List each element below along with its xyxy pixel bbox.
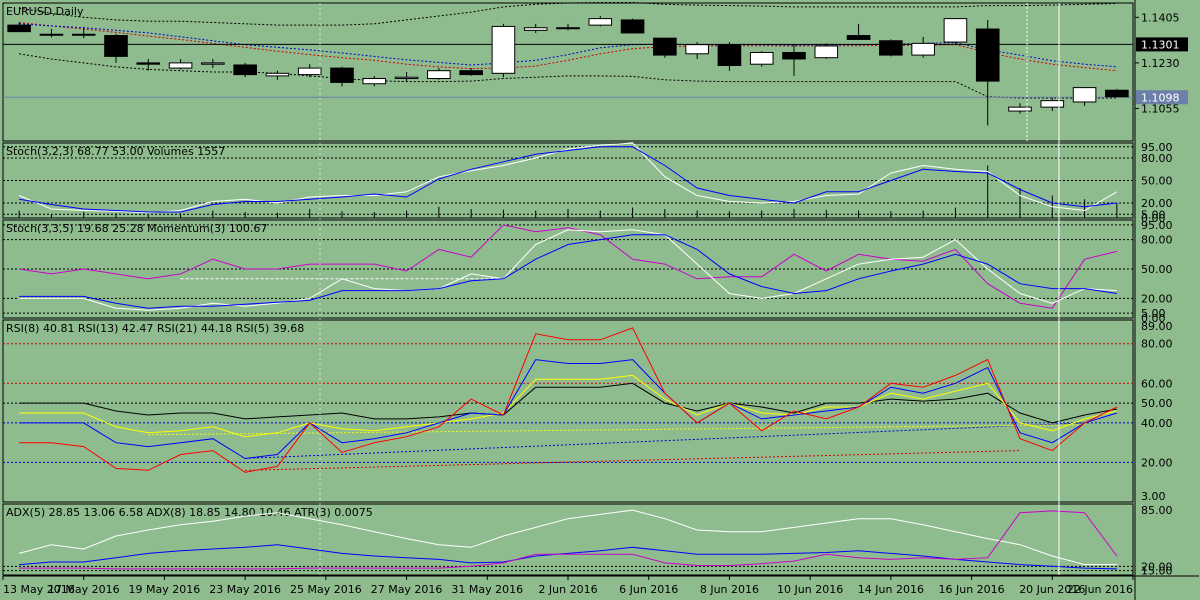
time-axis-label: 17 May 2016	[48, 583, 120, 596]
stoch2-line-2	[19, 234, 1117, 309]
time-axis-label: 23 May 2016	[209, 583, 281, 596]
indicator-axis-label: 20.00	[1141, 456, 1173, 469]
candle-body	[717, 44, 742, 66]
adx-line-1	[19, 544, 1117, 570]
adx-axis-label: 15.00	[1141, 565, 1173, 578]
indicator-panel-title-3: RSI(8) 40.81 RSI(13) 42.47 RSI(21) 44.18…	[6, 322, 304, 335]
rsi-line-3	[19, 327, 1118, 473]
time-axis-label: 14 Jun 2016	[858, 583, 924, 596]
candle-body	[556, 27, 580, 30]
time-axis-label: 31 May 2016	[451, 583, 523, 596]
indicator-axis-label: 50.00	[1141, 263, 1173, 276]
indicator-axis-label: 3.00	[1141, 490, 1166, 503]
indicator-axis-label: 80.00	[1141, 234, 1173, 247]
candle-body	[39, 33, 64, 36]
envelope-lower-line	[19, 53, 1117, 99]
candle-body	[362, 78, 387, 85]
time-axis-label: 22 Jun 2016	[1067, 583, 1133, 596]
time-axis-label: 6 Jun 2016	[619, 583, 678, 596]
price-axis-label: 1.1055	[1141, 102, 1180, 115]
price-axis-label: 1.1405	[1141, 11, 1180, 24]
time-axis-label: 27 May 2016	[371, 583, 443, 596]
rsi-line-2	[19, 359, 1118, 460]
candle-body	[588, 18, 613, 26]
candle-body	[685, 44, 709, 55]
bid-price-label: 1.1098	[1141, 91, 1180, 104]
candle-body	[297, 67, 322, 76]
candle-body	[975, 28, 1000, 82]
candle-body	[136, 62, 161, 65]
candle-body	[653, 37, 677, 56]
candle-body	[104, 35, 128, 57]
price-axis-label: 1.1230	[1141, 57, 1180, 70]
candle-body	[265, 72, 290, 77]
candle-body	[749, 51, 774, 65]
candle-body	[814, 45, 839, 59]
candle-body	[427, 70, 451, 80]
time-axis-label: 8 Jun 2016	[700, 583, 759, 596]
candle-body	[911, 42, 935, 56]
candle-body	[846, 35, 871, 40]
candle-body	[459, 70, 483, 76]
candle-body	[491, 25, 516, 74]
time-axis-label: 16 Jun 2016	[938, 583, 1004, 596]
trading-chart[interactable]: EURUSD,Daily 1.14051.12301.10551.13011.10…	[0, 0, 1200, 600]
indicator-axis-label: 50.00	[1141, 397, 1173, 410]
candle-body	[943, 18, 968, 43]
indicator-axis-label: 95.00	[1141, 219, 1173, 232]
rsi-trendline	[245, 422, 1085, 459]
indicator-axis-label: 60.00	[1141, 377, 1173, 390]
candle-body	[201, 62, 225, 65]
candle-body	[879, 40, 903, 56]
time-axis-label: 2 Jun 2016	[538, 583, 597, 596]
time-axis-label: 25 May 2016	[290, 583, 362, 596]
candle-body	[330, 67, 354, 83]
indicator-panel-title-2: Stoch(3,3,5) 19.68 25.28 Momentum(3) 100…	[6, 222, 267, 235]
candle-body	[394, 76, 419, 80]
candle-body	[71, 33, 96, 36]
candle-body	[1105, 89, 1129, 98]
indicator-axis-label: 80.00	[1141, 338, 1173, 351]
time-axis-label: 19 May 2016	[129, 583, 201, 596]
adx-line-2	[19, 510, 1118, 570]
candle-body	[233, 64, 257, 76]
candle-body	[168, 62, 193, 69]
panel-frame-3	[2, 319, 1134, 503]
time-axis-label: 10 Jun 2016	[777, 583, 843, 596]
candle-body	[7, 24, 31, 33]
candle-body	[1040, 100, 1065, 108]
candle-body	[523, 27, 548, 31]
indicator-axis-label: 50.00	[1141, 175, 1173, 188]
indicator-axis-label: 89.00	[1141, 320, 1173, 333]
adx-panel-title: ADX(5) 28.85 13.06 6.58 ADX(8) 18.85 14.…	[6, 506, 373, 519]
candle-body	[1008, 106, 1032, 112]
stoch2-line-0	[19, 224, 1118, 309]
current-price-label: 1.1301	[1141, 38, 1180, 51]
indicator-axis-label: 20.00	[1141, 292, 1173, 305]
indicator-axis-label: 80.00	[1141, 152, 1173, 165]
indicator-axis-label: 40.00	[1141, 417, 1173, 430]
candle-body	[620, 19, 645, 34]
candle-body	[782, 51, 806, 60]
candle-body	[1072, 87, 1097, 103]
adx-axis-label: 85.00	[1141, 504, 1173, 517]
